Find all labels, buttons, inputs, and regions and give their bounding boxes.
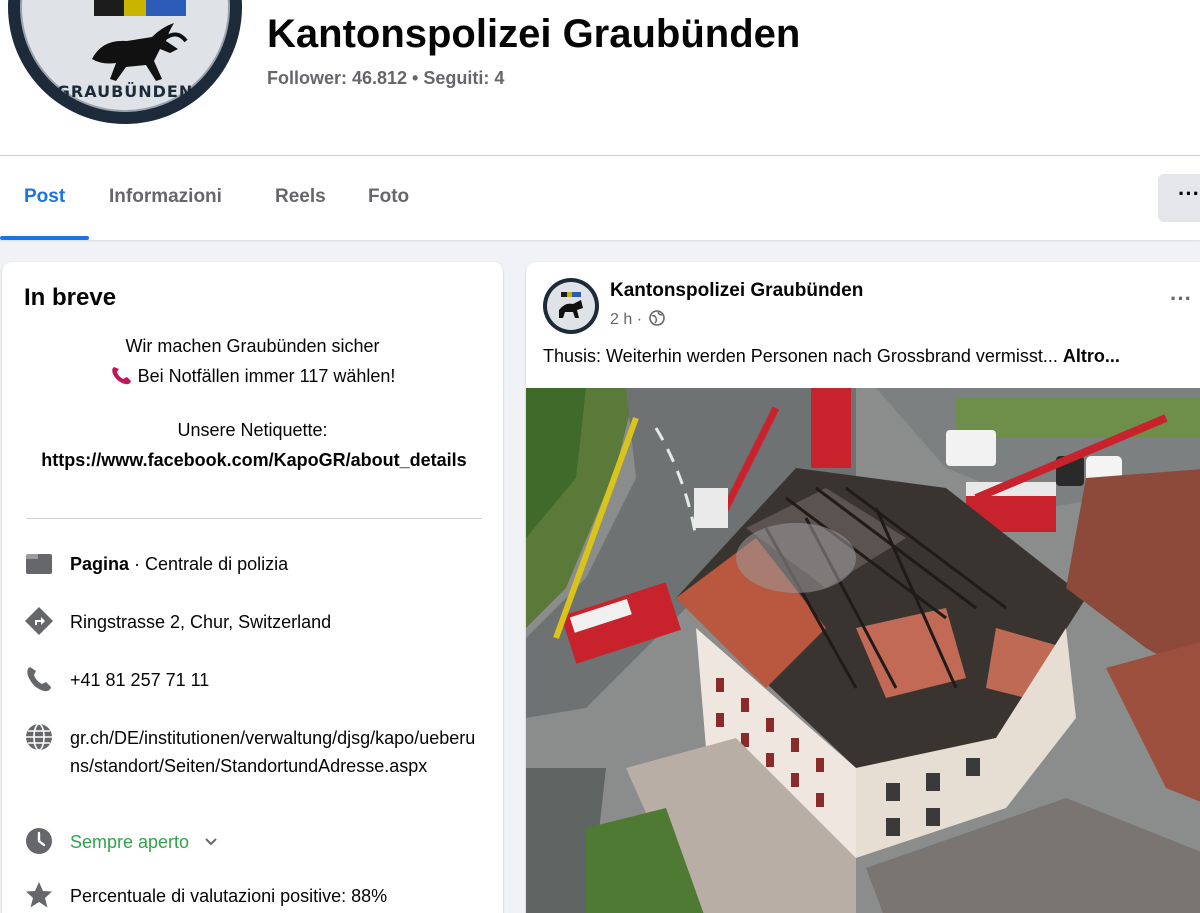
tab-informazioni[interactable]: Informazioni [85,156,246,240]
page-title: Kantonspolizei Graubünden [267,12,801,56]
bio-line: Wir machen Graubünden sicher [125,336,380,356]
post-avatar[interactable] [543,278,599,334]
post-photo-fire-building[interactable] [526,388,1200,913]
logo-inner: GRAUBÜNDEN [20,0,230,112]
see-more-link[interactable]: Altro... [1063,346,1120,366]
bio-line-2: Bei Notfällen immer 117 wählen! [137,366,396,386]
tab-post[interactable]: Post [0,156,90,240]
post-author[interactable]: Kantonspolizei Graubünden [610,280,863,302]
intro-title: In breve [24,284,117,311]
category-value: · Centrale di polizia [129,554,289,574]
clock-icon [26,828,52,854]
phone-emoji-icon [110,365,132,390]
ibex-icon [92,23,188,81]
globe-icon [26,723,52,751]
netiquette-link[interactable]: https://www.facebook.com/KapoGR/about_de… [26,446,482,474]
logo-text: GRAUBÜNDEN [56,82,194,101]
post-card: Kantonspolizei Graubünden 2 h · ··· Thus… [526,262,1200,913]
page-header: GRAUBÜNDEN Kantonspolizei Graubünden Fol… [0,0,1200,156]
public-globe-icon [649,310,666,326]
page-profile-logo[interactable]: GRAUBÜNDEN [8,0,242,124]
hours-text: Sempre aperto [70,832,190,852]
rating-text: Percentuale di valutazioni positive: 88% [70,886,388,906]
phone-text[interactable]: +41 81 257 71 11 [70,666,209,694]
category-type: Pagina [70,554,130,574]
netiquette-label: Unsere Netiquette: [177,420,328,440]
bio-line-emergency: Bei Notfällen immer 117 wählen! [2,365,503,390]
follower-stats[interactable]: Follower: 46.812 • Seguiti: 4 [267,68,504,89]
star-icon [26,882,52,908]
police-badge-icon [559,292,583,318]
more-options-button[interactable]: ··· [1158,174,1200,222]
chevron-down-icon[interactable] [202,836,220,848]
post-text: Thusis: Weiterhin werden Personen nach G… [543,346,1058,366]
website-link[interactable]: gr.ch/DE/institutionen/verwaltung/djsg/k… [70,724,480,780]
tab-reels[interactable]: Reels [251,156,350,240]
post-options-button[interactable]: ··· [1170,286,1192,312]
logo-flag-stripes [94,0,186,16]
phone-icon [27,667,51,692]
tab-foto[interactable]: Foto [344,156,433,240]
page-tabs: Post Informazioni Reels Foto ··· [0,156,1200,240]
intro-card: In breve Wir machen Graubünden sicher Be… [2,262,503,913]
directions-icon [25,607,53,635]
address-text[interactable]: Ringstrasse 2, Chur, Switzerland [70,608,331,636]
page-flag-icon [26,554,52,574]
intro-divider [26,518,482,519]
post-time[interactable]: 2 h · [610,311,642,328]
